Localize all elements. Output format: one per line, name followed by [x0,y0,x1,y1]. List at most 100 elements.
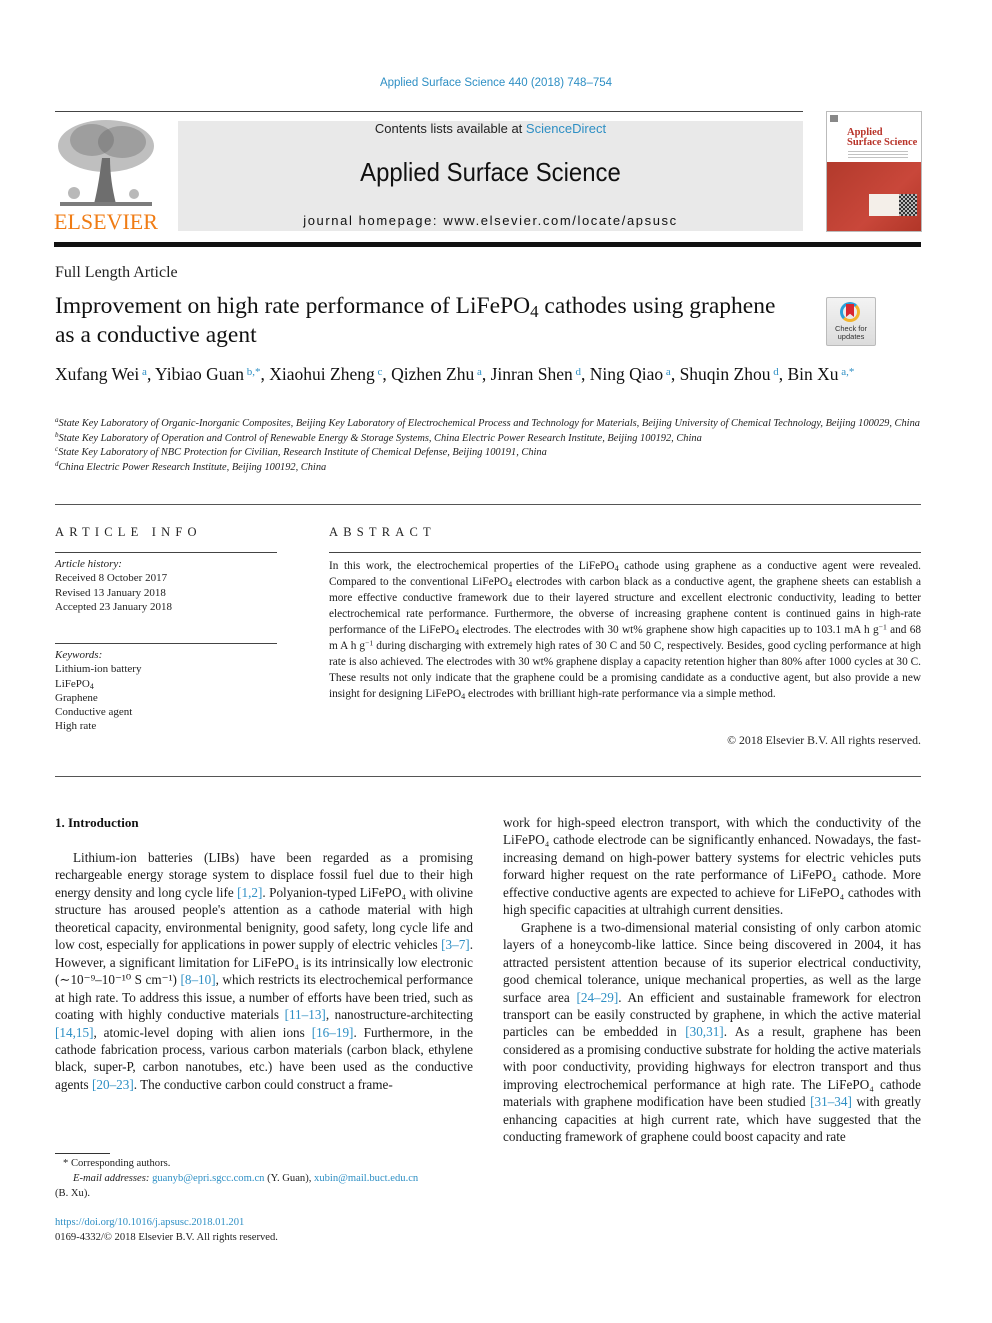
tree-icon [54,118,158,210]
citation-link[interactable]: [20–23] [92,1077,134,1092]
abstract-copyright: © 2018 Elsevier B.V. All rights reserved… [727,733,921,747]
affiliation-item: bState Key Laboratory of Operation and C… [55,431,921,447]
cover-subtitle-lines [848,151,908,160]
abstract-body: In this work, the electrochemical proper… [329,560,922,702]
contents-line: Contents lists available at ScienceDirec… [178,121,803,136]
author-affiliation-marker[interactable]: c [375,366,382,378]
citation-link[interactable]: [11–13] [285,1007,326,1022]
history-label: Article history: [55,558,122,570]
journal-title: Applied Surface Science [360,157,621,187]
formula-script: −1 [878,622,887,632]
affiliation-item: cState Key Laboratory of NBC Protection … [55,445,921,461]
author-name[interactable]: Ning Qiao [590,364,663,384]
formula-script: 4 [508,580,513,590]
affiliation-text: State Key Laboratory of Organic-Inorgani… [58,418,920,429]
citation-link[interactable]: [14,15] [55,1025,93,1040]
body-column-left: Lithium-ion batteries (LIBs) have been r… [55,849,473,1093]
affiliation-item: dChina Electric Power Research Institute… [55,460,921,476]
footnote-rule [55,1153,110,1154]
author-name[interactable]: Jinran Shen [491,364,573,384]
journal-reference-link[interactable]: Applied Surface Science 440 (2018) 748–7… [0,77,992,89]
doi-block: https://doi.org/10.1016/j.apsusc.2018.01… [55,1215,278,1245]
article-title: Improvement on high rate performance of … [55,292,795,350]
email-line: E-mail addresses: guanyb@epri.sgcc.com.c… [55,1171,473,1186]
author-affiliation-marker[interactable]: a,* [839,366,854,378]
author-list: Xufang Wei a, Yibiao Guan b,*, Xiaohui Z… [55,364,855,384]
email-label: E-mail addresses: [73,1173,150,1184]
author-name[interactable]: Yibiao Guan [155,364,244,384]
email-link-xu[interactable]: xubin@mail.buct.edu.cn [314,1173,418,1184]
author-name[interactable]: Xiaohui Zheng [269,364,374,384]
author-affiliation-marker[interactable]: a [474,366,482,378]
cover-graphic [869,194,899,216]
cover-title-line-2: Surface Science [847,137,918,148]
email-link-guan[interactable]: guanyb@epri.sgcc.com.cn [152,1173,264,1184]
author-name[interactable]: Qizhen Zhu [391,364,474,384]
keyword-item: LiFePO4 [55,677,94,691]
citation-link[interactable]: [1,2] [237,885,262,900]
contents-prefix: Contents lists available at [374,121,526,136]
affiliations: aState Key Laboratory of Organic-Inorgan… [55,416,921,476]
masthead-thick-rule [54,242,921,247]
citation-link[interactable]: [24–29] [576,990,618,1005]
article-info-rule [55,552,277,553]
formula-script: −1 [365,638,374,648]
author-affiliation-marker[interactable]: d [770,366,779,378]
corresponding-note: * Corresponding authors. [63,1158,171,1169]
introduction-heading: 1. Introduction [55,815,139,830]
check-for-updates-button[interactable]: Check for updates [826,297,876,346]
doi-link[interactable]: https://doi.org/10.1016/j.apsusc.2018.01… [55,1217,244,1228]
section-rule-2 [55,776,921,777]
journal-masthead: Contents lists available at ScienceDirec… [178,121,803,231]
elsevier-wordmark: ELSEVIER [54,209,158,234]
keyword-item: Conductive agent [55,706,133,719]
article-type: Full Length Article [55,264,178,281]
title-subscript: 4 [530,302,539,322]
body-column-right: work for high-speed electron transport, … [503,814,921,1146]
keywords-rule [55,643,277,644]
citation-link[interactable]: [30,31] [685,1024,723,1039]
crossmark-label-line-2: updates [837,332,865,341]
author-affiliation-marker[interactable]: b,* [244,366,261,378]
revised-date: Revised 13 January 2018 [55,586,166,599]
received-date: Received 8 October 2017 [55,572,168,585]
abstract-rule [329,552,921,553]
citation-link[interactable]: [16–19] [312,1025,354,1040]
intro-paragraph-2: Graphene is a two-dimensional material c… [503,919,921,1145]
affiliation-text: State Key Laboratory of Operation and Co… [58,432,702,444]
author-name[interactable]: Xufang Wei [55,364,139,384]
cover-title: Applied Surface Science [847,127,918,148]
keyword-list: Lithium-ion battery LiFePO4 Graphene Conduc… [55,662,141,733]
formula-script: 4 [614,564,619,574]
footnotes: * Corresponding authors. E-mail addresse… [55,1156,473,1201]
affiliation-text: State Key Laboratory of NBC Protection f… [58,447,547,458]
journal-homepage[interactable]: journal homepage: www.elsevier.com/locat… [178,213,803,228]
header-rule [55,111,803,112]
formula-script: 4 [461,692,466,702]
intro-paragraph-1-continued: work for high-speed electron transport, … [503,815,921,918]
title-text-1: Improvement on high rate performance of … [55,293,531,319]
affiliation-item: aState Key Laboratory of Organic-Inorgan… [55,416,921,432]
citation-link[interactable]: [31–34] [810,1094,852,1109]
author-name[interactable]: Shuqin Zhou [680,364,771,384]
citation-link[interactable]: [3–7] [441,937,470,952]
citation-link[interactable]: [8–10] [180,972,215,987]
section-rule [55,504,921,505]
intro-paragraph-1: Lithium-ion batteries (LIBs) have been r… [55,850,474,1092]
author-affiliation-marker[interactable]: d [573,366,582,378]
journal-cover-thumbnail[interactable]: Applied Surface Science [826,111,922,232]
author-name[interactable]: Bin Xu [787,364,838,384]
cover-qr-code-icon [899,194,917,216]
author-affiliation-marker[interactable]: a [139,366,147,378]
article-history: Article history: Received 8 October 2017… [55,557,172,614]
author-affiliation-marker[interactable]: a [663,366,671,378]
issn-copyright: 0169-4332/© 2018 Elsevier B.V. All right… [55,1232,278,1243]
email-owner-xu: (B. Xu). [55,1188,91,1199]
sciencedirect-link[interactable]: ScienceDirect [526,121,606,136]
keyword-item: Lithium-ion battery [55,663,142,676]
subscript: 4 [89,681,94,691]
abstract-heading: ABSTRACT [329,525,436,539]
affiliation-text: China Electric Power Research Institute,… [58,461,327,473]
keywords-label: Keywords: [55,649,103,661]
keyword-item: Graphene [55,691,98,704]
